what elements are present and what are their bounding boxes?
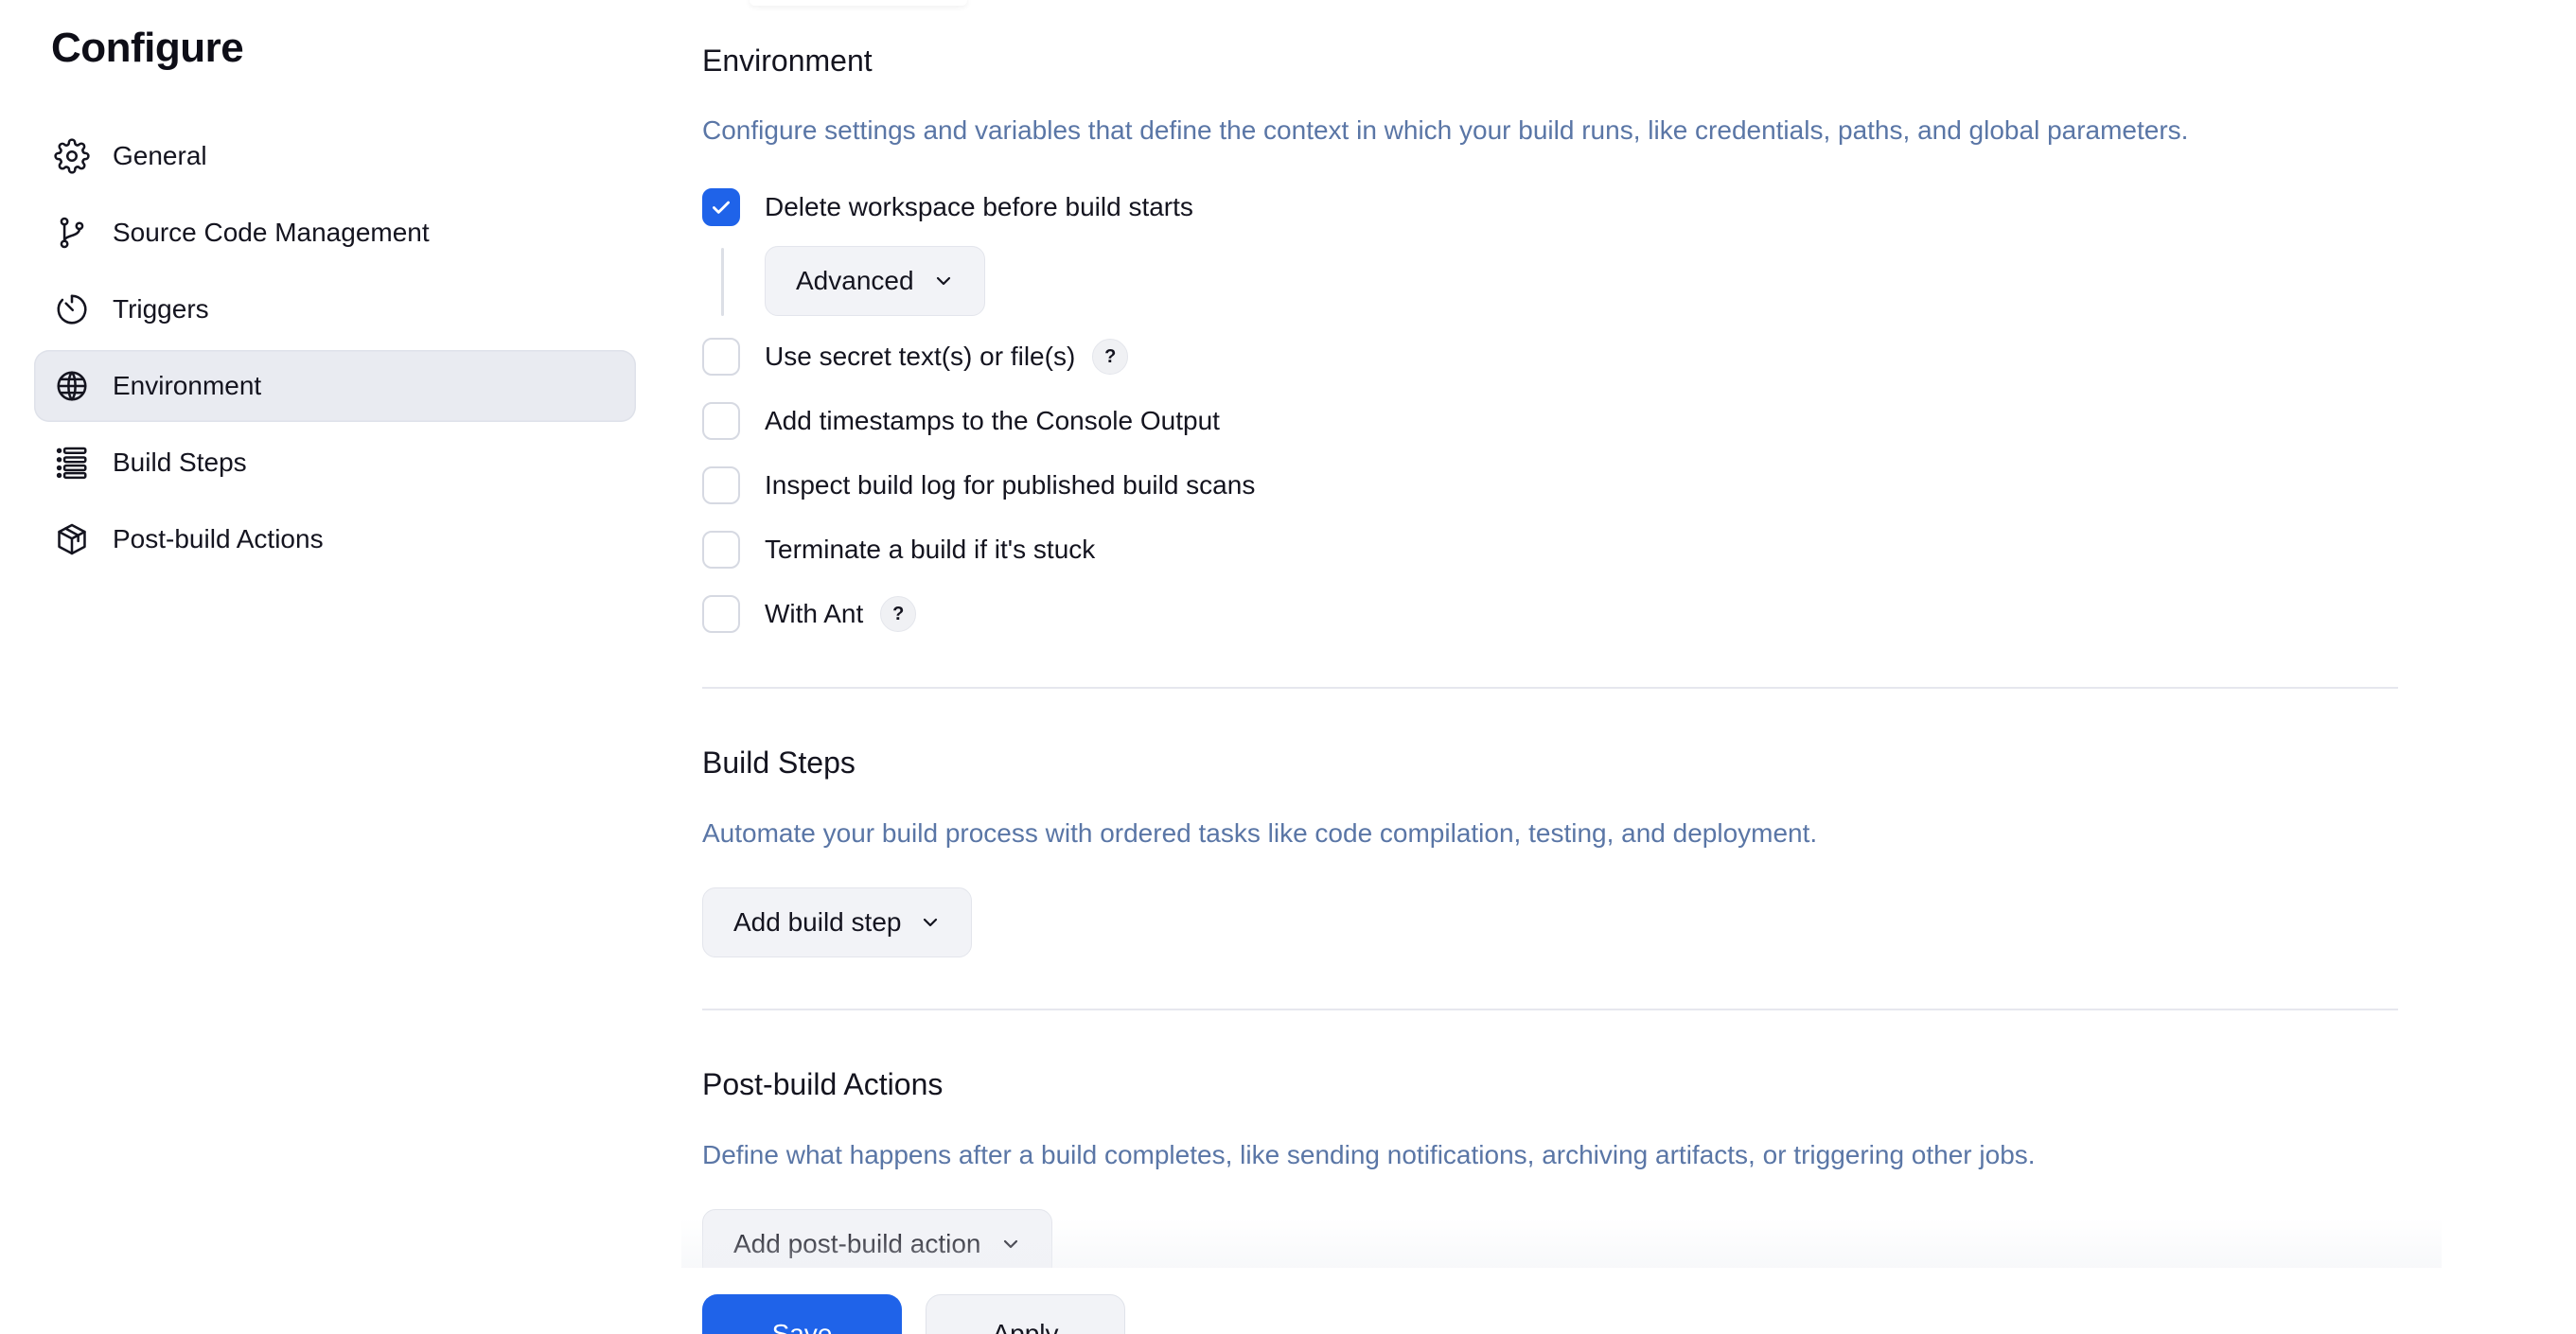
checkbox-checked[interactable] bbox=[702, 188, 740, 226]
nested-indent-line bbox=[721, 248, 724, 316]
globe-icon bbox=[53, 367, 91, 405]
sidebar-item-post-build-actions[interactable]: Post-build Actions bbox=[34, 503, 636, 575]
git-branch-icon bbox=[53, 214, 91, 252]
sidebar-item-label: Environment bbox=[113, 371, 262, 400]
sidebar-item-general[interactable]: General bbox=[34, 120, 636, 192]
section-description-build-steps: Automate your build process with ordered… bbox=[702, 818, 1818, 848]
sidebar-item-label: Build Steps bbox=[113, 448, 247, 477]
timer-icon bbox=[53, 290, 91, 328]
add-build-step-label: Add build step bbox=[733, 907, 902, 937]
option-use-secret-text[interactable]: Use secret text(s) or file(s) ? bbox=[702, 335, 1129, 378]
option-inspect-build-log[interactable]: Inspect build log for published build sc… bbox=[702, 464, 1255, 507]
chevron-down-icon bbox=[931, 269, 956, 293]
bottom-action-bar bbox=[0, 1268, 2576, 1334]
sidebar-item-build-steps[interactable]: Build Steps bbox=[34, 427, 636, 499]
advanced-dropdown-button[interactable]: Advanced bbox=[765, 246, 985, 316]
sidebar-item-environment[interactable]: Environment bbox=[34, 350, 636, 422]
sidebar: Configure General Source Code Management… bbox=[0, 0, 644, 1334]
add-post-build-action-label: Add post-build action bbox=[733, 1229, 981, 1258]
sidebar-item-label: Triggers bbox=[113, 294, 209, 324]
option-label: Add timestamps to the Console Output bbox=[765, 406, 1220, 435]
option-label: With Ant bbox=[765, 599, 864, 628]
configure-page: Configure General Source Code Management… bbox=[0, 0, 2576, 1334]
section-divider bbox=[702, 1009, 2398, 1010]
option-with-ant[interactable]: With Ant ? bbox=[702, 592, 917, 636]
sidebar-nav: General Source Code Management Triggers … bbox=[34, 120, 636, 580]
section-description-post-build-actions: Define what happens after a build comple… bbox=[702, 1140, 2036, 1169]
section-title-build-steps: Build Steps bbox=[702, 746, 856, 780]
package-icon bbox=[53, 520, 91, 558]
section-title-environment: Environment bbox=[702, 44, 873, 78]
checkbox[interactable] bbox=[702, 531, 740, 569]
help-icon[interactable]: ? bbox=[1092, 339, 1129, 375]
checkbox[interactable] bbox=[702, 402, 740, 440]
sidebar-item-source-code-management[interactable]: Source Code Management bbox=[34, 197, 636, 269]
help-icon[interactable]: ? bbox=[880, 596, 917, 632]
option-add-timestamps[interactable]: Add timestamps to the Console Output bbox=[702, 399, 1220, 443]
add-build-step-button[interactable]: Add build step bbox=[702, 887, 973, 957]
apply-button[interactable]: Apply bbox=[926, 1294, 1125, 1334]
gear-icon bbox=[53, 137, 91, 175]
save-button[interactable]: Save bbox=[702, 1294, 902, 1334]
option-label: Delete workspace before build starts bbox=[765, 192, 1193, 221]
checkbox[interactable] bbox=[702, 466, 740, 504]
chevron-down-icon bbox=[918, 910, 943, 935]
checkbox[interactable] bbox=[702, 595, 740, 633]
sidebar-item-label: General bbox=[113, 141, 207, 170]
option-delete-workspace[interactable]: Delete workspace before build starts bbox=[702, 185, 1193, 229]
sidebar-item-label: Post-build Actions bbox=[113, 524, 324, 553]
option-label: Inspect build log for published build sc… bbox=[765, 470, 1256, 500]
section-divider bbox=[702, 687, 2398, 689]
option-label: Terminate a build if it's stuck bbox=[765, 535, 1096, 564]
main-content: Environment Configure settings and varia… bbox=[702, 0, 2406, 1334]
sidebar-item-triggers[interactable]: Triggers bbox=[34, 273, 636, 345]
section-title-post-build-actions: Post-build Actions bbox=[702, 1067, 944, 1101]
section-description-environment: Configure settings and variables that de… bbox=[702, 115, 2189, 145]
list-icon bbox=[53, 444, 91, 482]
option-terminate-stuck-build[interactable]: Terminate a build if it's stuck bbox=[702, 528, 1095, 571]
chevron-down-icon bbox=[998, 1232, 1023, 1256]
advanced-button-label: Advanced bbox=[796, 266, 914, 295]
sidebar-item-label: Source Code Management bbox=[113, 218, 430, 247]
checkmark-icon bbox=[713, 201, 730, 214]
scrolled-card-edge bbox=[750, 0, 967, 6]
option-label: Use secret text(s) or file(s) bbox=[765, 342, 1076, 371]
checkbox[interactable] bbox=[702, 338, 740, 376]
page-title: Configure bbox=[51, 25, 244, 71]
